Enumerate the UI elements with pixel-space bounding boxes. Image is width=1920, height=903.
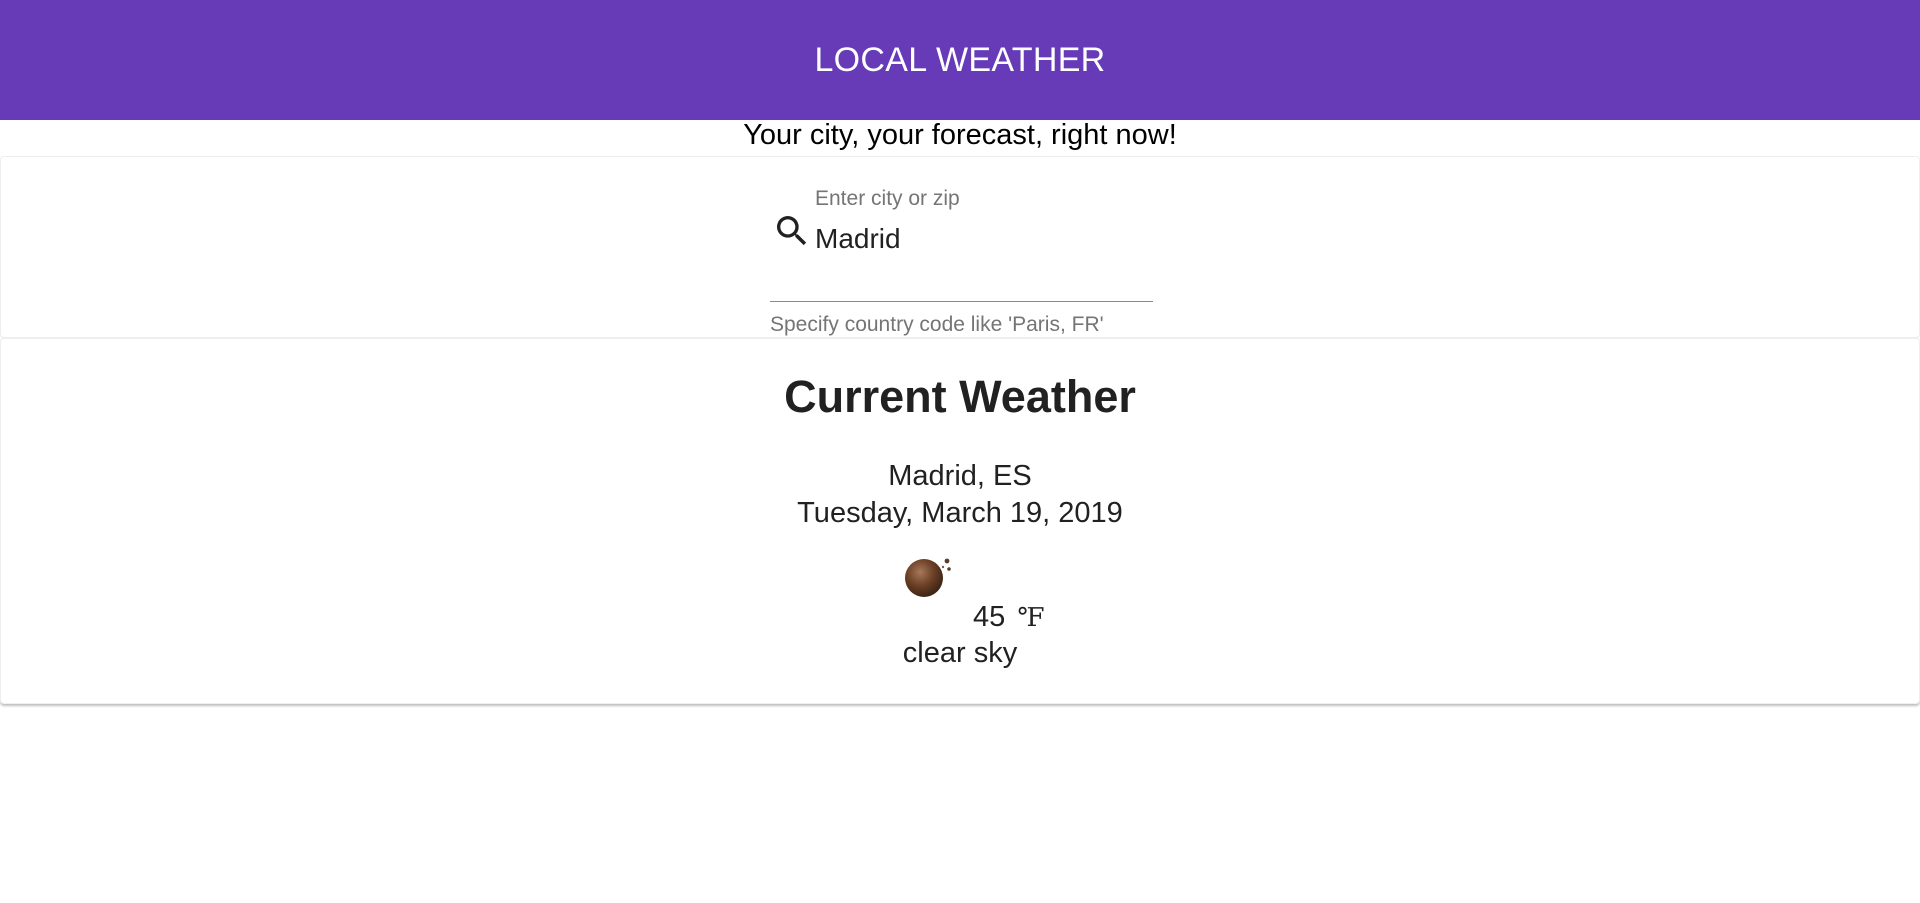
city-search-field: Enter city or zip Specify country code l… <box>770 187 1153 336</box>
city-search-label: Enter city or zip <box>815 187 960 210</box>
app-title: LOCAL WEATHER <box>814 40 1106 79</box>
input-underline <box>770 301 1153 302</box>
temperature-readout: 45 ℉ <box>973 601 1045 634</box>
current-weather-title: Current Weather <box>784 371 1136 422</box>
search-icon <box>772 211 812 251</box>
weather-location: Madrid, ES <box>888 460 1032 492</box>
tagline: Your city, your forecast, right now! <box>743 119 1177 151</box>
temperature-unit: ℉ <box>1017 603 1045 633</box>
weather-date: Tuesday, March 19, 2019 <box>797 497 1123 529</box>
clear-sky-night-icon <box>903 555 957 599</box>
app-toolbar: LOCAL WEATHER <box>0 0 1920 120</box>
city-search-hint: Specify country code like 'Paris, FR' <box>770 313 1104 336</box>
weather-description: clear sky <box>902 637 1018 669</box>
city-search-input[interactable] <box>815 219 1145 259</box>
temperature-value: 45 <box>973 601 1006 633</box>
current-weather-card: Current Weather Madrid, ES Tuesday, Marc… <box>0 338 1920 704</box>
search-card: Enter city or zip Specify country code l… <box>0 156 1920 338</box>
